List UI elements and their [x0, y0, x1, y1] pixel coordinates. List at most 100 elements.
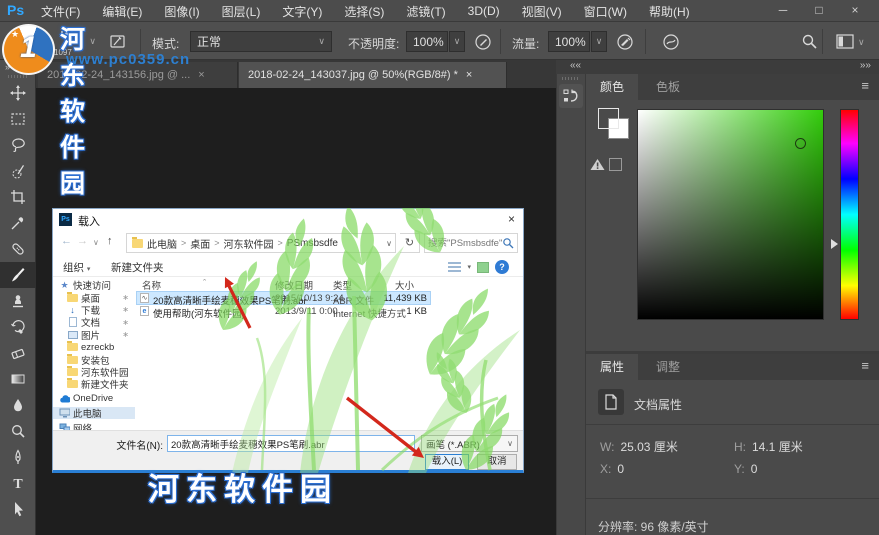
- sidebar-item-hedong[interactable]: 河东软件园: [53, 365, 135, 379]
- menu-file[interactable]: 文件(F): [30, 3, 91, 20]
- filetype-select[interactable]: 画笔 (*.ABR) ∨: [421, 435, 518, 452]
- double-chevron-icon[interactable]: »: [0, 60, 35, 72]
- file-row-abr[interactable]: ∿ 20款高清晰手绘麦穗效果PS笔刷.abr 2015/10/13 9:24 A…: [136, 291, 431, 307]
- sidebar-item-this-pc[interactable]: 此电脑: [53, 406, 135, 420]
- spot-healing-brush-tool[interactable]: [0, 236, 36, 262]
- sidebar-item-documents[interactable]: 文档 ∗: [53, 316, 135, 329]
- breadcrumb[interactable]: 此电脑 > 桌面 > 河东软件园 > PSmsbsdfe ∨: [126, 233, 396, 253]
- breadcrumb-psmsbsdfe[interactable]: PSmsbsdfe: [287, 238, 338, 249]
- eyedropper-tool[interactable]: [0, 210, 36, 236]
- back-icon[interactable]: ←: [61, 235, 72, 247]
- forward-icon[interactable]: →: [77, 235, 88, 247]
- filename-input[interactable]: [167, 435, 415, 452]
- mode-select[interactable]: 正常 ∨: [190, 31, 332, 52]
- workspace-switcher[interactable]: [832, 29, 858, 54]
- up-icon[interactable]: ↑: [107, 235, 113, 247]
- help-button[interactable]: ?: [495, 260, 509, 274]
- column-type[interactable]: 类型: [333, 278, 352, 292]
- organize-button[interactable]: 组织 ▾: [63, 260, 90, 275]
- cancel-button[interactable]: 取消: [477, 454, 517, 470]
- rectangular-marquee-tool[interactable]: [0, 106, 36, 132]
- gamut-color-swatch[interactable]: [609, 158, 622, 171]
- brush-preset-picker[interactable]: 1097 ∨: [52, 26, 98, 57]
- column-date[interactable]: 修改日期: [275, 278, 313, 292]
- collapse-right-icon[interactable]: »»: [860, 60, 871, 71]
- brush-tool[interactable]: [0, 262, 36, 288]
- chevron-down-icon[interactable]: ∨: [858, 37, 865, 48]
- close-button[interactable]: ×: [837, 0, 873, 22]
- document-properties-button[interactable]: [598, 389, 624, 415]
- history-panel-button[interactable]: [559, 84, 583, 108]
- color-field[interactable]: [637, 109, 824, 320]
- breadcrumb-hedong[interactable]: 河东软件园: [224, 236, 274, 251]
- minimize-button[interactable]: ─: [765, 0, 801, 22]
- column-size[interactable]: 大小: [395, 278, 414, 292]
- document-tab-active[interactable]: 2018-02-24_143037.jpg @ 50%(RGB/8#) * ×: [239, 62, 507, 88]
- panel-grip[interactable]: [8, 75, 27, 78]
- quick-selection-tool[interactable]: [0, 158, 36, 184]
- column-name[interactable]: 名称: [142, 278, 161, 292]
- document-tab-inactive[interactable]: 2018-02-24_143156.jpg @ ... ×: [38, 62, 238, 88]
- hue-slider[interactable]: [840, 109, 859, 320]
- gamut-warning-icon[interactable]: [590, 158, 605, 171]
- panel-menu-icon[interactable]: ≡: [861, 78, 869, 93]
- refresh-button[interactable]: ↻: [400, 233, 420, 253]
- sidebar-item-onedrive[interactable]: OneDrive: [53, 393, 135, 405]
- gradient-tool[interactable]: [0, 366, 36, 392]
- tab-swatches[interactable]: 色板: [642, 74, 694, 100]
- blur-tool[interactable]: [0, 392, 36, 418]
- opacity-dropdown[interactable]: ∨: [449, 31, 465, 52]
- new-folder-button[interactable]: 新建文件夹: [111, 260, 164, 275]
- chevron-down-icon[interactable]: ∨: [93, 238, 99, 247]
- sidebar-item-desktop[interactable]: 桌面 ∗: [53, 291, 135, 305]
- tab-color[interactable]: 颜色: [586, 74, 639, 100]
- smoothing-toggle[interactable]: [658, 29, 684, 54]
- menu-select[interactable]: 选择(S): [333, 3, 395, 20]
- list-view-icon[interactable]: [448, 261, 462, 273]
- history-brush-tool[interactable]: [0, 314, 36, 340]
- panel-menu-icon[interactable]: ≡: [861, 358, 869, 373]
- close-icon[interactable]: ×: [198, 69, 204, 81]
- menu-window[interactable]: 窗口(W): [573, 3, 638, 20]
- menu-3d[interactable]: 3D(D): [457, 4, 511, 18]
- path-selection-tool[interactable]: [0, 496, 36, 522]
- opacity-field[interactable]: 100%: [406, 31, 448, 52]
- eraser-tool[interactable]: [0, 340, 36, 366]
- search-button[interactable]: [796, 29, 822, 54]
- collapse-left-icon[interactable]: ««: [570, 60, 581, 71]
- type-tool[interactable]: T: [0, 470, 36, 496]
- dialog-close-icon[interactable]: ×: [508, 212, 515, 226]
- maximize-button[interactable]: □: [801, 0, 837, 22]
- caret-down-icon[interactable]: ▾: [467, 263, 471, 271]
- pen-tool[interactable]: [0, 444, 36, 470]
- menu-filter[interactable]: 滤镜(T): [395, 3, 456, 20]
- airbrush-toggle[interactable]: [612, 29, 638, 54]
- opacity-pressure-toggle[interactable]: [470, 29, 496, 54]
- sidebar-item-quick-access[interactable]: ★ 快速访问: [53, 279, 135, 293]
- sidebar-item-installers[interactable]: 安装包: [53, 353, 135, 367]
- hue-slider-marker[interactable]: [831, 239, 838, 249]
- sidebar-item-ezreckb[interactable]: ezreckb: [53, 341, 135, 353]
- breadcrumb-this-pc[interactable]: 此电脑: [147, 236, 177, 251]
- tab-adjustments[interactable]: 调整: [642, 354, 694, 380]
- menu-view[interactable]: 视图(V): [511, 3, 573, 20]
- clone-stamp-tool[interactable]: [0, 288, 36, 314]
- flow-dropdown[interactable]: ∨: [591, 31, 607, 52]
- dialog-titlebar[interactable]: Ps 载入 ×: [53, 209, 523, 230]
- sidebar-item-pictures[interactable]: 图片 ∗: [53, 329, 135, 342]
- panel-grip[interactable]: [562, 77, 580, 80]
- search-box[interactable]: [424, 233, 518, 253]
- menu-type[interactable]: 文字(Y): [271, 3, 333, 20]
- color-marker[interactable]: [795, 138, 806, 149]
- foreground-color-swatch[interactable]: [598, 108, 619, 129]
- preview-pane-icon[interactable]: [477, 261, 489, 273]
- brush-panel-toggle[interactable]: [104, 29, 130, 54]
- chevron-down-icon[interactable]: ∨: [386, 239, 392, 248]
- load-button[interactable]: 载入(L): [425, 454, 469, 470]
- menu-help[interactable]: 帮助(H): [638, 3, 701, 20]
- dodge-tool[interactable]: [0, 418, 36, 444]
- sidebar-item-downloads[interactable]: ↓ 下载 ∗: [53, 304, 135, 317]
- search-input[interactable]: [428, 235, 502, 251]
- crop-tool[interactable]: [0, 184, 36, 210]
- close-icon[interactable]: ×: [466, 69, 472, 81]
